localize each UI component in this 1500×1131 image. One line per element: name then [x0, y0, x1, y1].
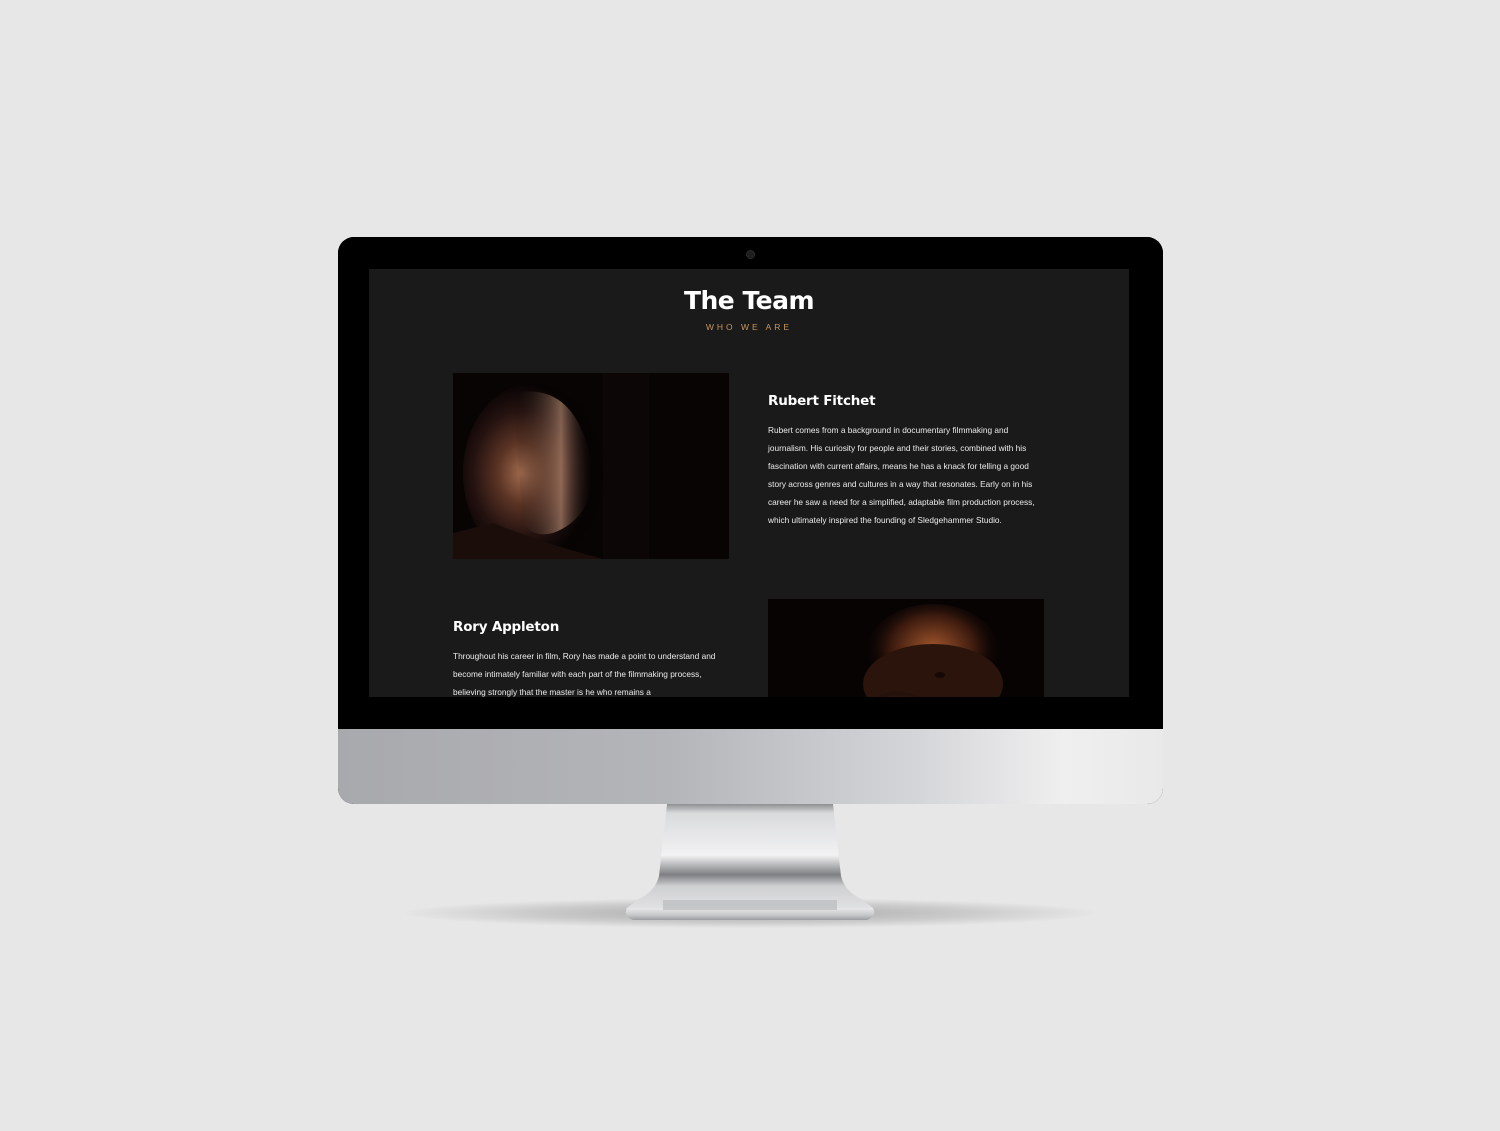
mockup-stage: The Team WHO WE ARE Rubert Fitchet Ruber… [0, 0, 1500, 1131]
member-photo-rubert [453, 373, 729, 559]
camera-icon [746, 250, 755, 259]
member-name: Rubert Fitchet [768, 393, 876, 409]
monitor-chin [338, 729, 1163, 804]
website-screen: The Team WHO WE ARE Rubert Fitchet Ruber… [369, 269, 1129, 697]
monitor-stand [625, 804, 875, 920]
portrait-image [453, 373, 729, 559]
member-bio: Rubert comes from a background in docume… [768, 425, 1035, 525]
portrait-image [768, 599, 1044, 697]
member-name: Rory Appleton [453, 619, 560, 635]
member-bio: Throughout his career in film, Rory has … [453, 651, 716, 697]
page-subtitle: WHO WE ARE [705, 322, 793, 332]
page-title: The Team [683, 286, 815, 315]
monitor: The Team WHO WE ARE Rubert Fitchet Ruber… [338, 237, 1163, 804]
member-photo-rory [768, 599, 1044, 697]
